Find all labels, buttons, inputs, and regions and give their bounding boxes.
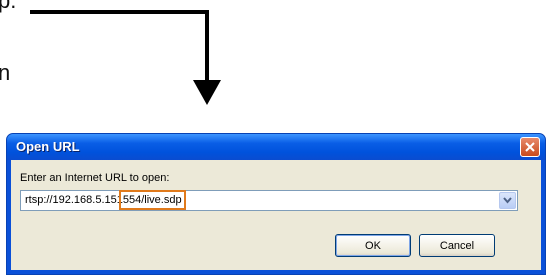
dialog-title: Open URL <box>16 139 80 154</box>
url-prefix-text: rtsp://192.168.5.151 <box>25 194 123 206</box>
open-url-dialog: Open URL Enter an Internet URL to open: … <box>6 133 546 275</box>
url-prompt-label: Enter an Internet URL to open: <box>20 172 170 184</box>
arrow-down-icon <box>30 10 221 105</box>
chevron-down-icon <box>503 197 512 204</box>
url-input-value[interactable]: rtsp://192.168.5.151554/live.sdp <box>25 190 186 210</box>
url-combobox[interactable]: rtsp://192.168.5.151554/live.sdp <box>20 190 518 211</box>
close-icon <box>525 142 535 152</box>
dropdown-button[interactable] <box>499 192 516 209</box>
dialog-body: Enter an Internet URL to open: rtsp://19… <box>11 160 541 270</box>
ok-button[interactable]: OK <box>335 234 411 257</box>
dialog-titlebar[interactable]: Open URL <box>7 134 545 160</box>
cancel-button[interactable]: Cancel <box>419 234 495 257</box>
close-button[interactable] <box>520 137 540 157</box>
url-highlight-text: 554/live.sdp <box>118 190 186 210</box>
